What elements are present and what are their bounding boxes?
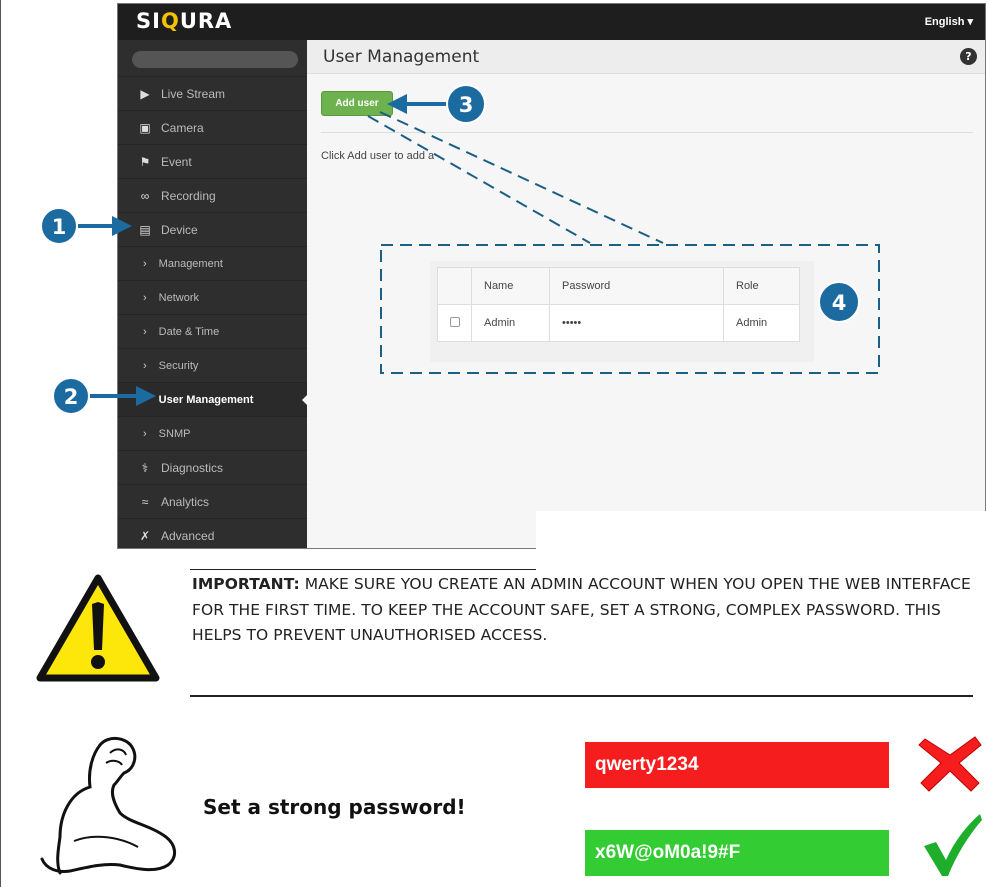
sidebar-item-snmp[interactable]: › SNMP	[118, 416, 307, 450]
top-bar: SIQURA English ▾	[118, 4, 985, 40]
recording-icon: ∞	[140, 188, 150, 203]
sidebar-search-input[interactable]	[132, 51, 298, 68]
callout-badge-2	[52, 377, 90, 415]
sidebar-item-label: SNMP	[158, 427, 191, 440]
web-interface-screenshot: SIQURA English ▾ ▶ Live Stream ▣ Camera …	[117, 3, 986, 549]
column-header-role: Role	[723, 267, 800, 305]
sidebar-item-label: Device	[161, 222, 198, 237]
sidebar-item-user-management[interactable]: › User Management	[118, 382, 308, 416]
sidebar-item-label: Event	[161, 154, 192, 169]
sidebar-item-date-time[interactable]: › Date & Time	[118, 314, 307, 348]
sidebar-item-label: Live Stream	[161, 86, 226, 101]
sidebar-item-diagnostics[interactable]: ⚕ Diagnostics	[118, 450, 307, 484]
sidebar-item-advanced[interactable]: ✗ Advanced	[118, 518, 307, 548]
cross-mark-icon	[918, 736, 982, 792]
stethoscope-icon: ⚕	[141, 460, 149, 475]
warning-label: IMPORTANT:	[192, 575, 300, 593]
sidebar-item-management[interactable]: › Management	[118, 246, 307, 280]
warning-bottom-rule	[190, 695, 973, 697]
play-icon: ▶	[140, 86, 150, 101]
callout-number-1: 1	[52, 215, 67, 239]
column-header-name: Name	[471, 267, 550, 305]
column-header-password: Password	[549, 267, 724, 305]
sidebar-item-label: Advanced	[161, 528, 215, 543]
chevron-right-icon: ›	[143, 359, 147, 372]
row-checkbox[interactable]	[450, 316, 460, 327]
table-header-row: Name Password Role	[437, 267, 800, 305]
sidebar-item-security[interactable]: › Security	[118, 348, 307, 382]
users-table-panel: Name Password Role Admin ••••• Admin	[430, 261, 814, 362]
chevron-right-icon: ›	[143, 427, 147, 440]
weak-password-example: qwerty1234	[585, 742, 889, 788]
sidebar: ▶ Live Stream ▣ Camera ⚑ Event ∞ Recordi…	[118, 40, 308, 548]
callout-number-2: 2	[64, 385, 79, 409]
sidebar-item-label: Date & Time	[158, 325, 220, 338]
sidebar-item-recording[interactable]: ∞ Recording	[118, 178, 307, 212]
warning-triangle-icon	[36, 574, 160, 682]
sidebar-item-label: Management	[158, 257, 223, 270]
sidebar-item-label: User Management	[158, 393, 254, 406]
callout-badge-1	[40, 207, 78, 245]
divider	[321, 132, 973, 133]
row-select-cell	[437, 304, 472, 342]
hint-text: Click Add user to add a	[321, 150, 435, 162]
users-table: Name Password Role Admin ••••• Admin	[437, 267, 800, 342]
warning-body: MAKE SURE YOU CREATE AN ADMIN ACCOUNT WH…	[192, 575, 971, 644]
flexed-arm-icon	[40, 737, 176, 875]
main-panel: User Management ? Add user Click Add use…	[307, 40, 985, 548]
tools-icon: ✗	[139, 528, 151, 543]
select-column-header	[437, 267, 472, 305]
sidebar-item-event[interactable]: ⚑ Event	[118, 144, 307, 178]
table-row[interactable]: Admin ••••• Admin	[437, 304, 800, 342]
warning-top-rule	[190, 569, 536, 570]
strong-password-title: Set a strong password!	[203, 795, 466, 819]
sidebar-item-label: Analytics	[161, 494, 210, 509]
main-header: User Management ?	[307, 40, 985, 74]
strong-password-example: x6W@oM0a!9#F	[585, 830, 889, 876]
siqura-logo: SIQURA	[136, 9, 233, 33]
chevron-right-icon: ›	[143, 257, 147, 270]
page-title: User Management	[323, 47, 480, 67]
device-icon: ▤	[139, 222, 151, 237]
sidebar-item-camera[interactable]: ▣ Camera	[118, 110, 307, 144]
chevron-right-icon: ›	[143, 291, 147, 304]
chevron-right-icon: ›	[143, 325, 147, 338]
user-password-cell: •••••	[549, 304, 724, 342]
warning-text: IMPORTANT: MAKE SURE YOU CREATE AN ADMIN…	[192, 572, 972, 694]
screenshot-cutout	[536, 511, 986, 551]
sidebar-item-label: Network	[158, 291, 200, 304]
sidebar-item-label: Security	[158, 359, 199, 372]
video-camera-icon: ▣	[139, 120, 151, 135]
check-mark-icon	[924, 814, 982, 876]
user-name-cell: Admin	[471, 304, 550, 342]
user-role-cell: Admin	[723, 304, 800, 342]
event-icon: ⚑	[139, 154, 151, 169]
help-icon[interactable]: ?	[960, 48, 977, 65]
sidebar-item-network[interactable]: › Network	[118, 280, 307, 314]
sidebar-item-device[interactable]: ▤ Device	[118, 212, 307, 246]
sidebar-item-analytics[interactable]: ≈ Analytics	[118, 484, 307, 518]
language-selector[interactable]: English ▾	[925, 15, 973, 28]
sidebar-item-live-stream[interactable]: ▶ Live Stream	[118, 76, 307, 110]
sidebar-item-label: Diagnostics	[161, 460, 224, 475]
add-user-button[interactable]: Add user	[321, 91, 393, 116]
sidebar-item-label: Recording	[161, 188, 216, 203]
sidebar-item-label: Camera	[161, 120, 204, 135]
analytics-icon: ≈	[141, 494, 149, 509]
